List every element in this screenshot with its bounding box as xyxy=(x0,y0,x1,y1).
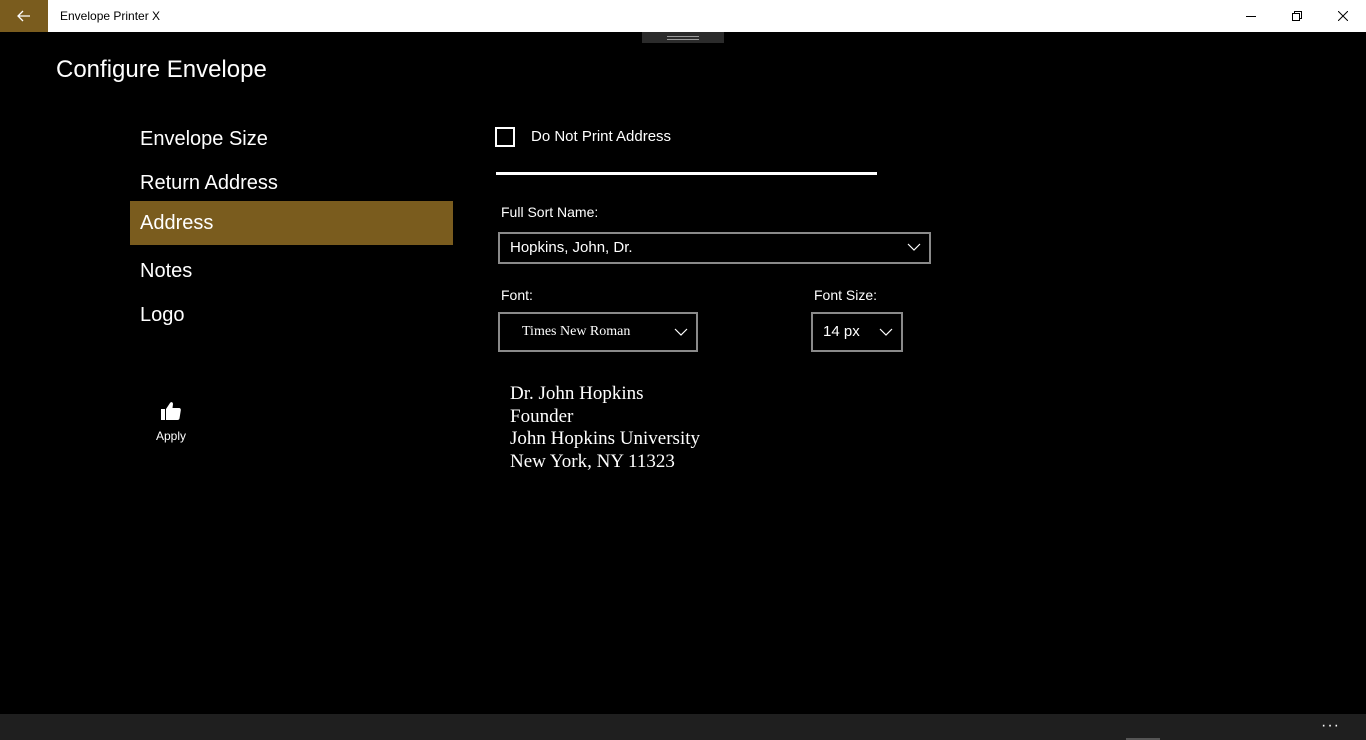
preview-line: Dr. John Hopkins xyxy=(510,383,644,404)
font-value: Times New Roman xyxy=(522,324,631,339)
app-bar: ··· xyxy=(0,714,1366,740)
chevron-down-icon xyxy=(879,328,893,336)
title-bar: Envelope Printer X xyxy=(0,0,1366,32)
full-sort-name-label: Full Sort Name: xyxy=(501,204,599,220)
page-title: Configure Envelope xyxy=(56,56,267,83)
font-size-value: 14 px xyxy=(823,323,860,340)
font-size-dropdown[interactable]: 14 px xyxy=(811,312,903,352)
close-icon xyxy=(1338,11,1348,21)
sidebar-item-return-address[interactable]: Return Address xyxy=(130,161,453,205)
drag-handle[interactable] xyxy=(642,32,724,43)
more-options-button[interactable]: ··· xyxy=(1321,714,1340,740)
apply-label: Apply xyxy=(155,429,187,443)
preview-line: New York, NY 11323 xyxy=(510,450,675,472)
sidebar-item-logo[interactable]: Logo xyxy=(130,293,453,337)
do-not-print-checkbox[interactable] xyxy=(495,127,515,147)
font-dropdown[interactable]: Times New Roman xyxy=(498,312,698,352)
sidebar-item-notes[interactable]: Notes xyxy=(130,249,453,293)
font-label: Font: xyxy=(501,287,533,303)
minimize-icon xyxy=(1246,16,1256,17)
chevron-down-icon xyxy=(674,328,688,336)
full-sort-name-value: Hopkins, John, Dr. xyxy=(510,239,633,256)
apply-button[interactable]: Apply xyxy=(146,400,196,446)
do-not-print-label[interactable]: Do Not Print Address xyxy=(531,128,671,145)
chevron-down-icon xyxy=(907,243,921,251)
address-preview: Dr. John Hopkins Founder John Hopkins Un… xyxy=(510,383,700,473)
arrow-left-icon xyxy=(17,10,30,22)
sidebar-item-address[interactable]: Address xyxy=(130,201,453,245)
sidebar-item-envelope-size[interactable]: Envelope Size xyxy=(130,117,453,161)
thumbs-up-icon xyxy=(161,402,181,420)
minimize-button[interactable] xyxy=(1228,0,1274,32)
restore-button[interactable] xyxy=(1274,0,1320,32)
close-button[interactable] xyxy=(1320,0,1366,32)
app-title: Envelope Printer X xyxy=(60,9,161,23)
preview-line: John Hopkins University xyxy=(510,428,700,449)
restore-icon xyxy=(1292,11,1302,21)
preview-line: Founder xyxy=(510,405,574,427)
full-sort-name-dropdown[interactable]: Hopkins, John, Dr. xyxy=(498,232,931,264)
font-size-label: Font Size: xyxy=(814,287,878,303)
section-divider xyxy=(496,172,877,175)
back-button[interactable] xyxy=(0,0,48,32)
